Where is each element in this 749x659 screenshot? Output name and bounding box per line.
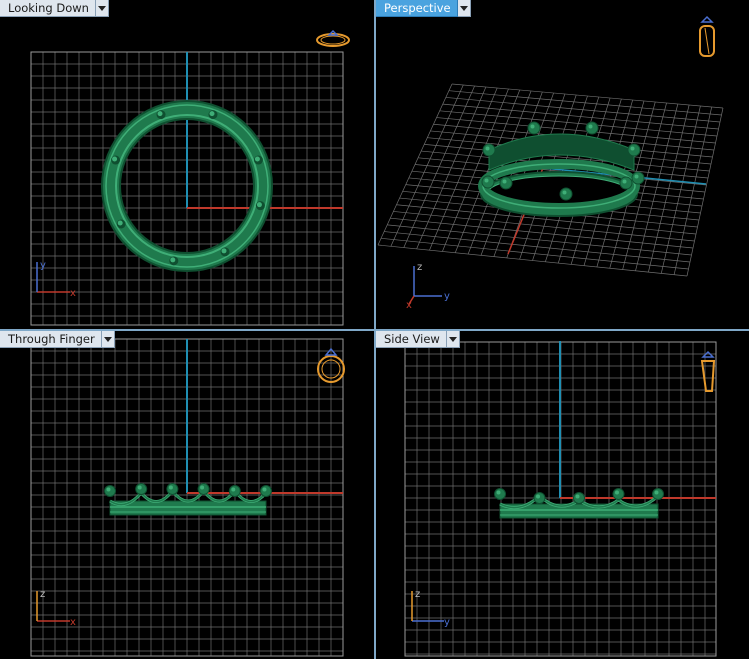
viewport-tab-looking-down[interactable]: Looking Down: [0, 0, 109, 17]
side-view-canvas[interactable]: z y: [376, 331, 749, 659]
viewport-title[interactable]: Side View: [376, 331, 447, 348]
orientation-ring-icon: [700, 350, 716, 392]
viewport-perspective[interactable]: z y x Perspective: [376, 0, 749, 329]
chevron-down-icon[interactable]: [457, 0, 471, 17]
viewport-tab-perspective[interactable]: Perspective: [376, 0, 471, 17]
svg-text:z: z: [40, 589, 45, 600]
orientation-ring-icon: [699, 15, 715, 57]
looking-down-canvas[interactable]: y x: [0, 0, 374, 329]
viewport-through-finger[interactable]: z x Through Finger: [0, 331, 374, 659]
viewport-divider-horizontal[interactable]: [0, 329, 749, 331]
crown-ring-perspective: [478, 121, 645, 217]
viewport-title[interactable]: Perspective: [376, 0, 458, 17]
through-finger-canvas[interactable]: z x: [0, 331, 374, 659]
svg-text:x: x: [70, 288, 76, 299]
viewport-tab-through-finger[interactable]: Through Finger: [0, 331, 115, 348]
viewport-side-view[interactable]: z y Side View: [376, 331, 749, 659]
orientation-ring-icon: [316, 29, 350, 47]
chevron-down-icon[interactable]: [446, 331, 460, 348]
viewport-title[interactable]: Looking Down: [0, 0, 96, 17]
crown-ring-side: [494, 488, 664, 519]
svg-text:x: x: [406, 300, 412, 311]
svg-text:y: y: [444, 291, 450, 302]
axis-gizmo: z y: [411, 589, 450, 628]
axis-gizmo: z y x: [406, 262, 450, 311]
svg-text:y: y: [40, 260, 46, 271]
chevron-down-icon[interactable]: [101, 331, 115, 348]
svg-text:z: z: [415, 589, 420, 600]
viewport-title[interactable]: Through Finger: [0, 331, 102, 348]
chevron-down-icon[interactable]: [95, 0, 109, 17]
svg-text:y: y: [444, 617, 450, 628]
svg-text:x: x: [70, 617, 76, 628]
perspective-canvas[interactable]: z y x: [376, 0, 749, 329]
viewport-looking-down[interactable]: y x Looking Down: [0, 0, 374, 329]
svg-text:z: z: [417, 262, 422, 273]
viewport-tab-side-view[interactable]: Side View: [376, 331, 460, 348]
